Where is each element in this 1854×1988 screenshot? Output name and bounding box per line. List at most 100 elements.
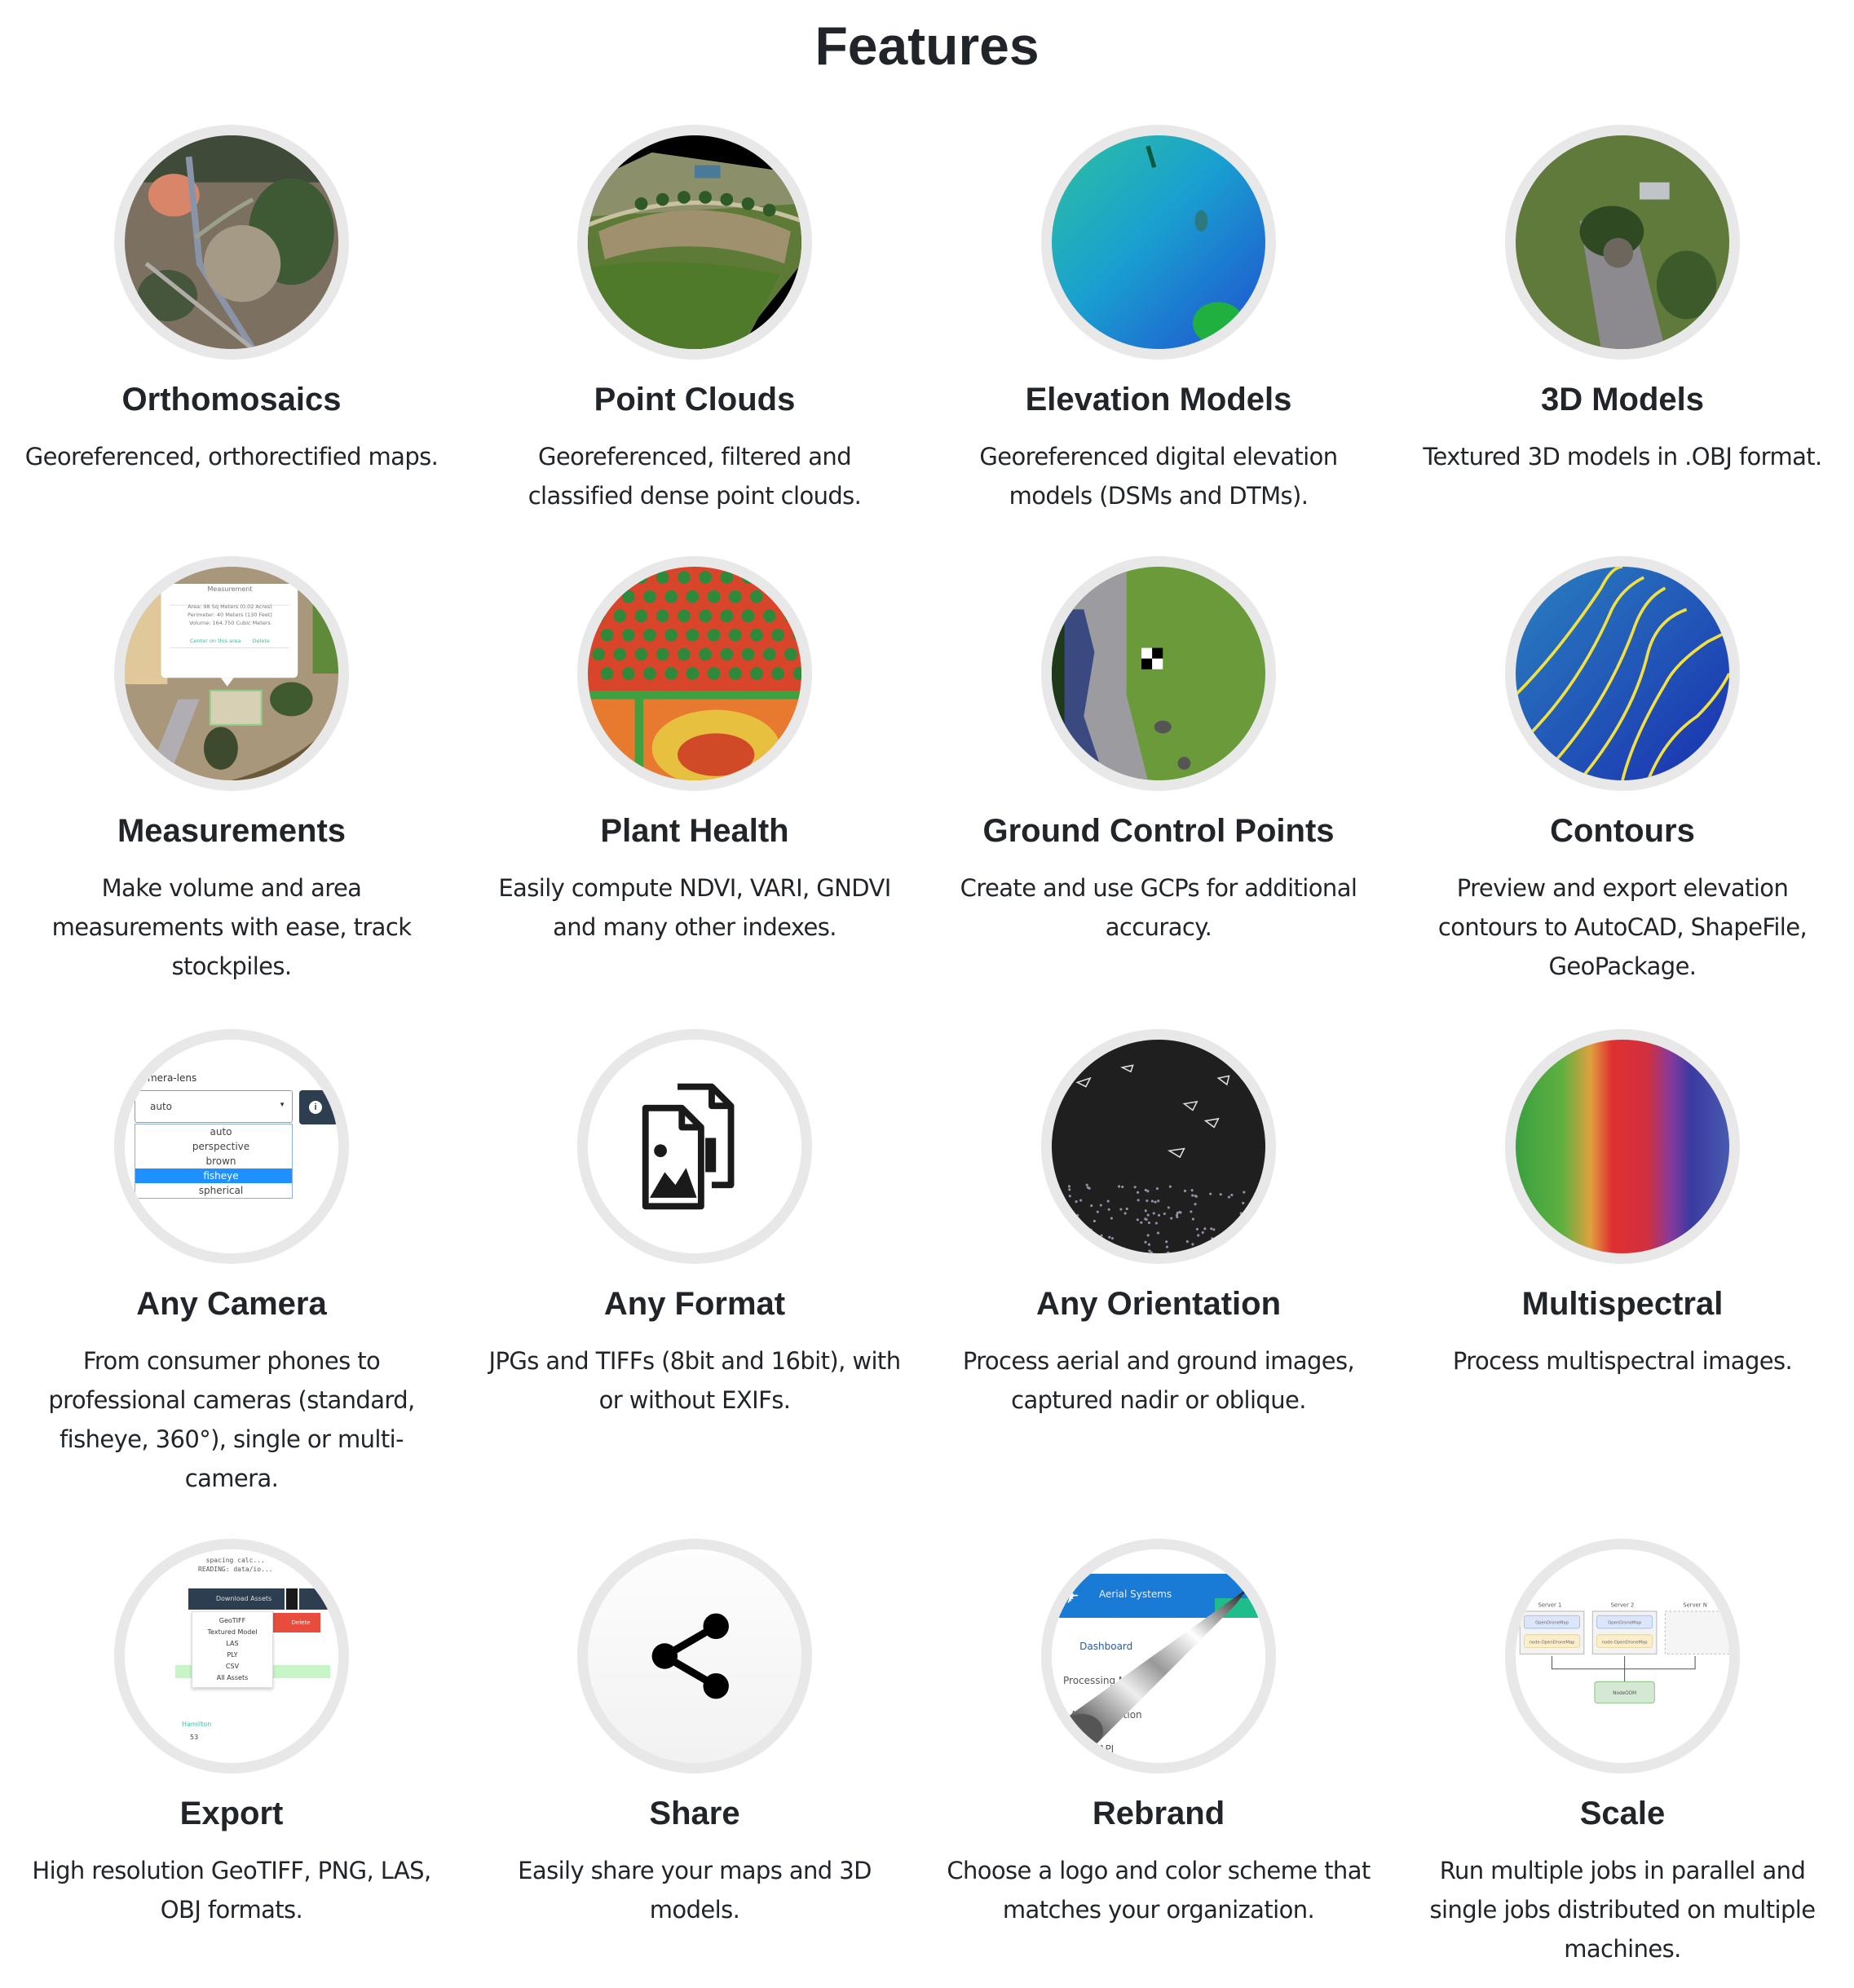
point-sample bbox=[1090, 1204, 1093, 1208]
ndvi-tree bbox=[707, 667, 721, 680]
menu-item: GeoTIFF bbox=[219, 1617, 246, 1624]
feature-image-frame bbox=[1505, 125, 1740, 360]
gcp-image bbox=[1052, 567, 1265, 780]
feature-card-orthomosaics: Orthomosaics Georeferenced, orthorectifi… bbox=[0, 125, 463, 476]
point-sample bbox=[1067, 1244, 1070, 1247]
measurement-line: Volume: 164.750 Cubic Meters bbox=[189, 620, 271, 626]
ndvi-tree bbox=[720, 609, 734, 623]
feature-title: Plant Health bbox=[600, 813, 789, 849]
point-sample bbox=[1099, 1240, 1102, 1244]
feature-description: Easily compute NDVI, VARI, GNDVI and man… bbox=[498, 874, 891, 941]
point-sample bbox=[1089, 1228, 1093, 1231]
point-sample bbox=[1254, 1205, 1257, 1208]
app-label: OpenDroneMap bbox=[1608, 1621, 1642, 1626]
point-sample bbox=[1190, 1189, 1194, 1192]
feature-description: Textured 3D models in .OBJ format. bbox=[1423, 443, 1822, 470]
multispectral-image bbox=[1516, 1040, 1729, 1253]
feature-title: Contours bbox=[1550, 813, 1695, 849]
ndvi-tree bbox=[678, 571, 691, 584]
ndvi-tree bbox=[784, 647, 797, 661]
point-sample bbox=[1140, 1221, 1143, 1224]
ndvi-tree bbox=[741, 609, 755, 623]
rebrand-image: ✈ Aerial Systems Dashboard Processing No… bbox=[1052, 1549, 1265, 1763]
feature-description: Make volume and area measurements with e… bbox=[51, 874, 412, 980]
download-assets-label: Download Assets bbox=[215, 1595, 272, 1602]
ndvi-tree bbox=[686, 628, 700, 642]
point-sample bbox=[1178, 1210, 1181, 1214]
point-sample bbox=[1093, 1219, 1096, 1223]
point-sample bbox=[1167, 1206, 1170, 1209]
ndvi-tree bbox=[600, 590, 614, 603]
point-sample bbox=[1258, 1222, 1261, 1225]
point-sample bbox=[1055, 1194, 1058, 1197]
ndvi-tree bbox=[728, 590, 742, 603]
ndvi-tree bbox=[634, 647, 648, 661]
point-sample bbox=[1194, 1195, 1198, 1198]
point-sample bbox=[1117, 1185, 1121, 1188]
point-sample bbox=[1183, 1189, 1187, 1193]
orthophoto-image bbox=[125, 135, 338, 349]
file-images-icon bbox=[642, 1083, 735, 1210]
feature-image-frame: Server 1 Server 2 Server N OpenDroneMap … bbox=[1505, 1539, 1740, 1774]
features-grid: Orthomosaics Georeferenced, orthorectifi… bbox=[0, 0, 1854, 1988]
point-sample bbox=[1077, 1238, 1080, 1241]
point-sample bbox=[1194, 1203, 1197, 1206]
point-sample bbox=[1203, 1227, 1207, 1230]
feature-image-frame bbox=[114, 125, 349, 360]
point-sample bbox=[1076, 1213, 1079, 1217]
ndvi-tree bbox=[771, 628, 785, 642]
feature-title: Any Camera bbox=[136, 1286, 327, 1322]
feature-image-frame bbox=[1041, 1029, 1276, 1264]
feature-card-3d-models: 3D Models Textured 3D models in .OBJ for… bbox=[1391, 125, 1854, 476]
point-sample bbox=[1190, 1210, 1193, 1213]
elevation-image bbox=[1052, 135, 1265, 349]
ndvi-tree bbox=[784, 609, 797, 623]
point-sample bbox=[1121, 1185, 1124, 1189]
point-sample bbox=[1251, 1249, 1254, 1252]
feature-image-frame bbox=[1505, 556, 1740, 791]
feature-title: Any Orientation bbox=[1035, 1286, 1282, 1322]
feature-image-frame: spacing calc... READING: data/io... Down… bbox=[114, 1539, 349, 1774]
point-sample bbox=[1068, 1195, 1071, 1198]
point-sample bbox=[1209, 1192, 1212, 1195]
ndvi-tree bbox=[771, 590, 785, 603]
point-sample bbox=[1210, 1227, 1213, 1230]
point-sample bbox=[1238, 1233, 1242, 1236]
app-label: node-OpenDroneMap bbox=[1530, 1640, 1576, 1645]
feature-card-share: Share Easily share your maps and 3D mode… bbox=[463, 1539, 926, 1929]
feature-image-frame bbox=[1505, 1029, 1740, 1264]
point-sample bbox=[1122, 1247, 1126, 1250]
ndvi-tree bbox=[792, 590, 801, 603]
feature-image-frame: camera-lens auto ▼ i auto perspective br… bbox=[114, 1029, 349, 1264]
point-sample bbox=[1075, 1200, 1078, 1204]
point-sample bbox=[1157, 1199, 1160, 1203]
point-sample bbox=[1108, 1235, 1111, 1239]
point-sample bbox=[1083, 1236, 1086, 1239]
download-assets-button: Download Assets bbox=[188, 1588, 285, 1610]
delete-link: Delete bbox=[252, 638, 270, 644]
point-sample bbox=[1100, 1234, 1103, 1237]
point-sample bbox=[1242, 1201, 1245, 1205]
ndvi-tree bbox=[643, 628, 656, 642]
feature-description: Create and use GCPs for additional accur… bbox=[960, 874, 1357, 941]
point-sample bbox=[1133, 1186, 1137, 1189]
ndvi-tree bbox=[762, 571, 776, 584]
feature-title: Multispectral bbox=[1521, 1286, 1724, 1322]
ndvi-tree bbox=[707, 590, 721, 603]
console-line: READING: data/io... bbox=[198, 1566, 273, 1573]
point-sample bbox=[1144, 1217, 1147, 1221]
ndvi-tree bbox=[750, 590, 763, 603]
point-sample bbox=[1201, 1231, 1204, 1235]
point-sample bbox=[1063, 1234, 1066, 1237]
ndvi-tree bbox=[600, 667, 614, 680]
feature-image-frame bbox=[577, 556, 812, 791]
point-sample bbox=[1243, 1191, 1246, 1194]
point-sample bbox=[1163, 1212, 1166, 1216]
point-sample bbox=[1136, 1218, 1139, 1222]
ndvi-tree bbox=[762, 609, 776, 623]
info-button: i bbox=[299, 1090, 338, 1124]
point-sample bbox=[1154, 1200, 1157, 1204]
feature-description: Georeferenced digital elevation models (… bbox=[979, 443, 1338, 510]
point-sample bbox=[1241, 1222, 1244, 1226]
select-option: perspective bbox=[192, 1141, 250, 1152]
